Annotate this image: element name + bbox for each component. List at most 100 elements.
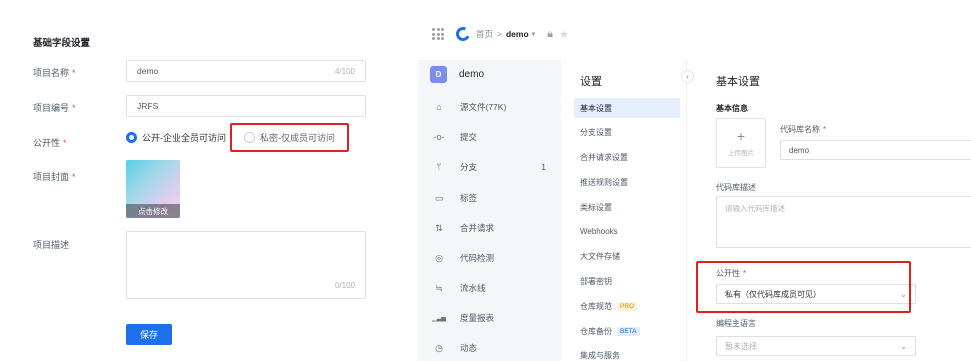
beta-badge: BETA <box>617 326 640 336</box>
repo-name-label: 代码库名称 * <box>780 124 826 135</box>
project-name-label: 项目名称 * <box>33 66 76 79</box>
save-button[interactable]: 保存 <box>126 324 172 345</box>
app-grid-icon[interactable] <box>432 28 444 40</box>
repo-description-placeholder: 请输入代码库描述 <box>725 204 785 213</box>
sidebar-item-activity[interactable]: ◷ 动态 <box>432 342 552 354</box>
highlight-box-private-option <box>230 123 349 152</box>
project-code-input[interactable]: JRFS <box>126 95 366 117</box>
project-name-value: demo <box>137 66 159 76</box>
project-name-input[interactable]: demo 4/100 <box>126 60 366 82</box>
settings-item-label: Webhooks <box>580 226 618 236</box>
upload-image-button[interactable]: + 上传图片 <box>716 118 766 168</box>
repo-header[interactable]: D demo <box>430 66 484 83</box>
star-icon[interactable]: ★ <box>559 28 569 41</box>
sidebar-item-code-scan[interactable]: ◎ 代码检测 <box>432 252 552 264</box>
repo-name-input[interactable]: demo <box>780 140 971 160</box>
visibility-label: 公开性 * <box>33 136 67 149</box>
pro-badge: PRO <box>617 301 638 311</box>
sidebar-item-label: 分支 <box>460 162 478 172</box>
settings-item-label: 仓库规范 <box>580 301 612 311</box>
sidebar-item-label: 代码检测 <box>460 253 495 263</box>
settings-item-label: 分支设置 <box>580 127 612 137</box>
required-mark: * <box>823 125 827 134</box>
scan-icon: ◎ <box>435 252 443 263</box>
project-cover-image[interactable]: 点击修改 <box>126 160 180 218</box>
project-code-label-text: 项目编号 <box>33 103 70 113</box>
chevron-down-icon[interactable]: ▾ <box>532 30 536 38</box>
section-title: 基础字段设置 <box>33 38 91 49</box>
cover-label: 项目封面 * <box>33 170 76 183</box>
sidebar-item-label: 标签 <box>460 193 478 203</box>
settings-item-merge-request[interactable]: 合并请求设置 <box>574 147 680 167</box>
settings-item-label: 部署密钥 <box>580 276 612 286</box>
branch-count: 1 <box>541 162 546 172</box>
visibility-label-text: 公开性 <box>33 138 61 148</box>
settings-item-repo-spec[interactable]: 仓库规范 PRO <box>574 296 680 316</box>
language-label: 编程主语言 <box>716 319 756 328</box>
sidebar-item-commits[interactable]: -o- 提交 <box>432 131 552 143</box>
basic-info-heading: 基本信息 <box>716 104 748 113</box>
char-counter: 4/100 <box>334 66 355 76</box>
settings-nav: 设置 基本设置 分支设置 合并请求设置 推送规则设置 类标设置 Webhooks… <box>561 60 687 361</box>
language-placeholder: 暂未选择 <box>725 341 757 351</box>
lock-icon: 🔒︎ <box>547 27 554 40</box>
breadcrumb-home[interactable]: 首页 <box>476 28 493 40</box>
char-counter: 0/100 <box>334 281 355 290</box>
sidebar-item-branches[interactable]: ᛘ 分支 1 <box>432 161 552 173</box>
project-code-value: JRFS <box>137 101 159 111</box>
product-logo-icon[interactable] <box>454 25 472 43</box>
collapse-chevron-icon[interactable]: ‹ <box>681 70 694 83</box>
sidebar-item-source[interactable]: ⌂ 源文件(77K) <box>432 101 552 113</box>
required-mark: * <box>63 138 67 148</box>
sidebar-item-tags[interactable]: ▭ 标签 <box>432 192 552 204</box>
settings-item-labels[interactable]: 类标设置 <box>574 197 680 217</box>
settings-item-label: 基本设置 <box>580 103 612 113</box>
breadcrumb-current[interactable]: demo <box>506 29 529 39</box>
activity-icon: ◷ <box>435 342 443 353</box>
settings-item-label: 合并请求设置 <box>580 152 628 162</box>
settings-item-push-rules[interactable]: 推送规则设置 <box>574 172 680 192</box>
chart-icon: ▁▃▅ <box>432 315 446 322</box>
settings-item-branch[interactable]: 分支设置 <box>574 122 680 142</box>
branch-icon: ᛘ <box>436 162 442 172</box>
project-basic-settings-panel: 基础字段设置 项目名称 * demo 4/100 项目编号 * JRFS 公开性 * … <box>0 0 400 361</box>
sidebar-item-metrics[interactable]: ▁▃▅ 度量报表 <box>432 312 552 324</box>
sidebar-item-label: 合并请求 <box>460 223 495 233</box>
settings-item-basic[interactable]: 基本设置 <box>574 98 680 118</box>
language-select[interactable]: 暂未选择 ⌄ <box>716 336 916 356</box>
top-bar: 首页 > demo ▾ 🔒︎ ★ <box>418 24 569 44</box>
settings-item-label: 类标设置 <box>580 202 612 212</box>
settings-item-webhooks[interactable]: Webhooks <box>574 221 680 241</box>
radio-public[interactable]: 公开-企业全员可访问 <box>126 131 226 144</box>
breadcrumb-separator: > <box>497 29 502 39</box>
upload-image-label: 上传图片 <box>728 150 754 157</box>
required-mark: * <box>72 68 76 78</box>
sidebar-item-label: 源文件(77K) <box>460 102 507 112</box>
sidebar-item-merge-requests[interactable]: ⇅ 合并请求 <box>432 222 552 234</box>
repo-avatar: D <box>430 66 447 83</box>
settings-item-label: 集成与服务 <box>580 350 620 360</box>
settings-item-integrations[interactable]: 集成与服务 <box>574 345 680 361</box>
sidebar-item-pipeline[interactable]: ≒ 流水线 <box>432 282 552 294</box>
settings-item-deploy-keys[interactable]: 部署密钥 <box>574 271 680 291</box>
settings-item-lfs[interactable]: 大文件存储 <box>574 246 680 266</box>
code-icon: ⌂ <box>436 102 442 112</box>
breadcrumb: 首页 > demo ▾ <box>476 28 535 40</box>
chevron-down-icon: ⌄ <box>900 341 907 351</box>
settings-item-repo-backup[interactable]: 仓库备份 BETA <box>574 321 680 341</box>
settings-item-label: 推送规则设置 <box>580 177 628 187</box>
repo-name: demo <box>459 69 485 80</box>
cover-edit-button[interactable]: 点击修改 <box>126 204 180 218</box>
repo-description-textarea[interactable]: 请输入代码库描述 <box>716 196 971 248</box>
sidebar-item-label: 度量报表 <box>460 313 495 323</box>
project-code-label: 项目编号 * <box>33 101 76 114</box>
sidebar-item-label: 提交 <box>460 132 478 142</box>
sidebar-item-label: 动态 <box>460 343 478 353</box>
tag-icon: ▭ <box>434 192 444 203</box>
basic-settings-content: 基本设置 基本信息 + 上传图片 代码库名称 * demo 代码库描述 请输入代码… <box>702 60 971 361</box>
description-label-text: 项目描述 <box>33 240 70 250</box>
commit-icon: -o- <box>433 132 445 142</box>
project-description-textarea[interactable]: 0/100 <box>126 231 366 299</box>
settings-item-label: 大文件存储 <box>580 251 620 261</box>
settings-item-label: 仓库备份 <box>580 326 612 336</box>
